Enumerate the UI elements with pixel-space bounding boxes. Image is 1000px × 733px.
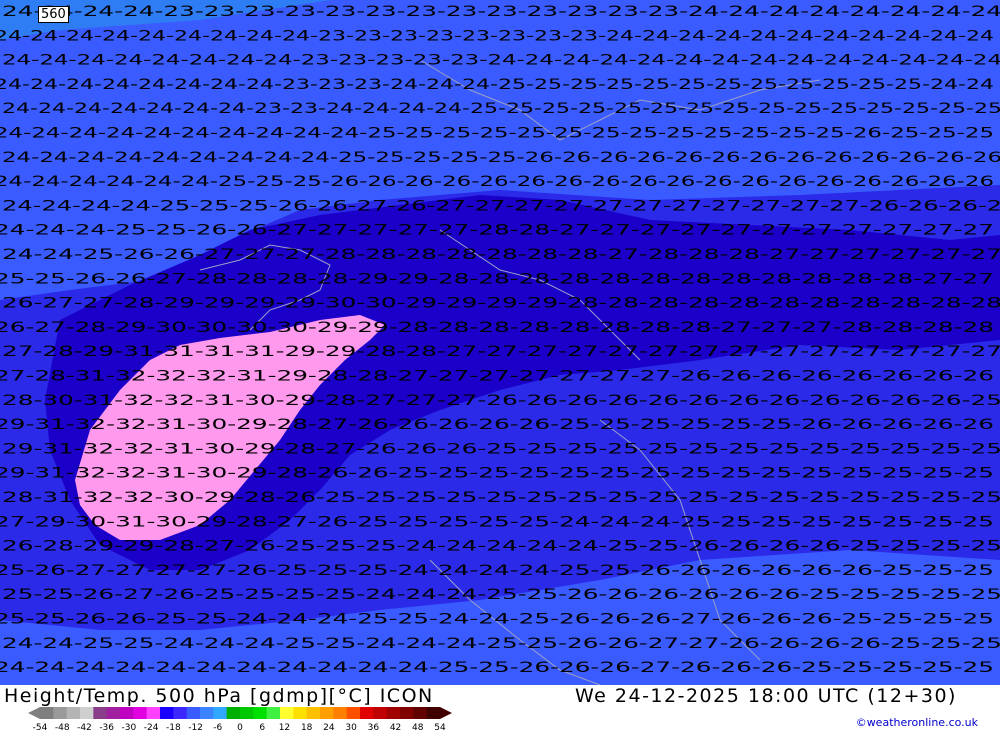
isotherm-row: 27-29-30-31-30-29-28-27-26-25-25-25-25-2…: [0, 514, 994, 530]
map-title: Height/Temp. 500 hPa [gdmp][°C] ICON: [4, 685, 434, 707]
scale-tick-label: -18: [166, 723, 181, 731]
scale-cell: [186, 707, 201, 719]
scale-cell: [146, 707, 161, 719]
scale-cell: [293, 707, 308, 719]
scale-cell: [53, 707, 68, 719]
scale-cell: [106, 707, 121, 719]
isotherm-row: 27-28-31-32-32-32-31-29-28-28-27-27-27-2…: [0, 369, 994, 385]
scale-cell: [400, 707, 414, 719]
scale-cell: [306, 707, 321, 719]
isotherm-row: 24-24-24-24-24-24-24-23-23-24-24-24-24-2…: [2, 101, 1000, 117]
scale-cell: [120, 707, 134, 719]
scale-tick-label: -42: [77, 723, 92, 731]
scale-cell: [333, 707, 348, 719]
scale-cell: [93, 707, 108, 719]
isotherm-row: 24-24-24-24-24-24-24-24-24-24-25-25-25-2…: [0, 126, 994, 142]
isotherm-row: 24-24-24-24-24-24-24-24-23-23-23-23-23-2…: [2, 53, 1000, 69]
scale-tick-label: 54: [434, 723, 446, 731]
credit-link[interactable]: ©weatheronline.co.uk: [856, 716, 978, 729]
temperature-map: 24-24-24-24-23-23-23-23-23-23-23-23-23-2…: [0, 0, 1000, 686]
scale-cell: [80, 707, 94, 719]
height-label-badge: 560: [38, 6, 69, 23]
scale-cell: [160, 707, 174, 719]
isotherm-row: 28-30-31-32-32-31-30-29-28-27-27-27-26-2…: [2, 393, 1000, 409]
scale-cell: [386, 707, 401, 719]
isotherm-row: 29-31-32-32-31-30-29-28-26-26-25-25-25-2…: [0, 466, 994, 482]
isotherm-row: 24-24-24-24-24-24-24-24-24-25-25-25-25-2…: [2, 150, 1000, 166]
scale-cell: [200, 707, 214, 719]
isotherm-row: 26-28-29-29-28-27-26-25-25-25-24-24-24-2…: [2, 539, 1000, 555]
scale-cell: [213, 707, 228, 719]
scale-tick-label: 36: [368, 723, 380, 731]
scale-cell: [413, 707, 428, 719]
scale-tick-label: 30: [345, 723, 357, 731]
scale-arrow-right: [440, 707, 452, 719]
scale-cell: [346, 707, 361, 719]
map-canvas: 24-24-24-24-23-23-23-23-23-23-23-23-23-2…: [0, 0, 1000, 686]
scale-cell: [66, 707, 81, 719]
scale-tick-label: -6: [213, 723, 222, 731]
scale-cell: [280, 707, 294, 719]
isotherm-row: 27-28-29-31-31-31-31-29-29-28-28-27-27-2…: [2, 344, 1000, 360]
isotherm-row: 25-25-26-26-25-25-24-24-24-25-25-24-24-2…: [0, 612, 994, 628]
scale-tick-label: 48: [412, 723, 424, 731]
scale-cell: [426, 707, 441, 719]
scale-tick-label: 24: [323, 723, 335, 731]
isotherm-row: 26-27-27-28-29-29-29-29-30-30-29-29-29-2…: [2, 296, 1000, 312]
scale-tick-label: -12: [188, 723, 203, 731]
scale-cell: [240, 707, 254, 719]
isotherm-row: 25-25-26-26-27-28-28-28-28-29-29-28-28-2…: [0, 271, 994, 287]
scale-cell: [173, 707, 188, 719]
scale-tick-label: 12: [279, 723, 290, 731]
isotherm-row: 25-26-27-27-27-27-26-25-25-25-24-24-24-2…: [0, 563, 994, 579]
scale-cell: [133, 707, 148, 719]
scale-tick-label: -48: [55, 723, 70, 731]
footer: Height/Temp. 500 hPa [gdmp][°C] ICON We …: [0, 685, 1000, 733]
scale-cell: [373, 707, 388, 719]
isotherm-row: 28-31-32-32-30-29-28-26-25-25-25-25-25-2…: [2, 490, 1000, 506]
isotherm-row: 24-24-24-24-24-24-24-24-24-24-24-25-25-2…: [0, 660, 994, 676]
valid-time: We 24-12-2025 18:00 UTC (12+30): [575, 685, 957, 707]
isotherm-row: 24-24-24-24-24-24-25-25-25-26-26-26-26-2…: [0, 174, 994, 190]
scale-cell: [253, 707, 268, 719]
isotherm-row: 26-27-28-29-30-30-30-30-29-29-28-28-28-2…: [0, 320, 994, 336]
isotherm-row: 24-24-24-24-24-24-24-24-24-23-23-23-23-2…: [0, 28, 994, 44]
isotherm-row: 29-31-32-32-31-30-29-28-27-26-26-26-25-2…: [2, 441, 1000, 457]
isotherm-row: 29-31-32-32-31-30-29-28-27-26-26-26-26-2…: [0, 417, 994, 433]
isotherm-row: 24-24-24-24-25-25-25-26-26-27-26-27-27-2…: [2, 198, 1000, 214]
isotherm-row: 24-24-24-24-24-24-24-24-23-23-23-24-24-2…: [0, 77, 994, 93]
scale-cell: [360, 707, 374, 719]
isotherm-row: 25-25-26-27-26-25-25-25-25-24-24-24-25-2…: [2, 587, 1000, 603]
scale-tick-label: 0: [237, 723, 243, 731]
color-scale-ticks: -54 -48 -42 -36 -30 -24 -18 -12 -6 0 6 12 18 24 30 36 42…: [33, 723, 446, 731]
color-scale-legend: -54 -48 -42 -36 -30 -24 -18 -12 -6 0 6 12 18 24 30 36 42…: [28, 707, 452, 731]
scale-tick-label: 6: [259, 723, 265, 731]
scale-tick-label: 18: [301, 723, 313, 731]
scale-tick-label: -36: [99, 723, 114, 731]
scale-cell: [320, 707, 334, 719]
isotherm-row: 24-24-25-26-26-27-27-27-28-28-28-28-28-2…: [2, 247, 1000, 263]
scale-tick-label: -54: [33, 723, 48, 731]
color-scale-cells: [28, 707, 452, 719]
scale-cell: [266, 707, 281, 719]
scale-cell: [226, 707, 241, 719]
isotherm-row: 24-24-24-25-25-26-26-27-27-27-27-27-28-2…: [0, 223, 994, 239]
scale-arrow-left: [28, 707, 40, 719]
isotherm-row: 24-24-24-24-23-23-23-23-23-23-23-23-23-2…: [2, 4, 1000, 20]
scale-cell: [40, 707, 54, 719]
scale-tick-label: 42: [390, 723, 401, 731]
scale-tick-label: -30: [122, 723, 137, 731]
isotherm-row: 24-24-25-25-24-24-24-25-25-24-24-24-25-2…: [2, 636, 1000, 652]
scale-tick-label: -24: [144, 723, 159, 731]
